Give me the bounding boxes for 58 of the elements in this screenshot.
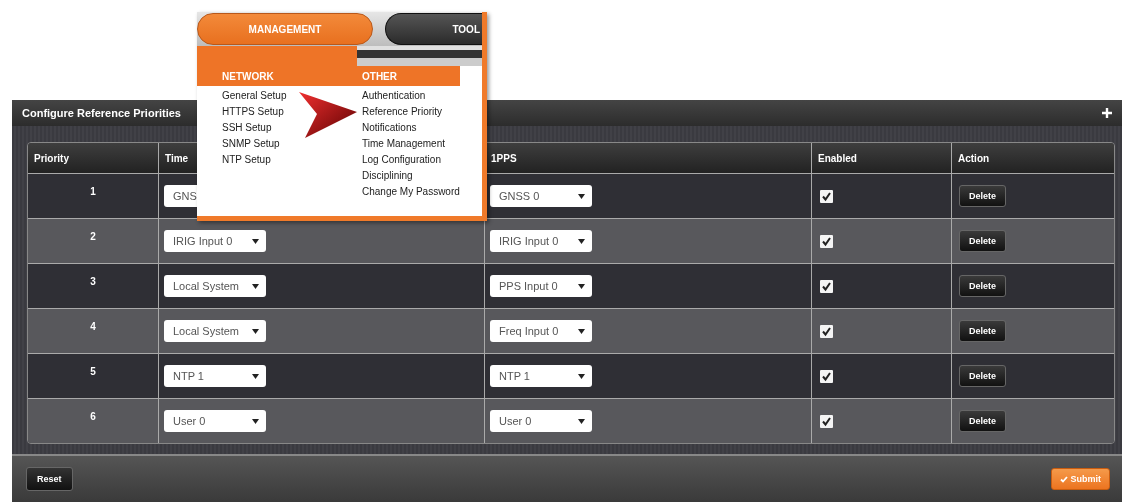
menu-heading: OTHER (362, 66, 460, 86)
caret-icon (578, 193, 585, 199)
select-field[interactable]: Local System (164, 320, 266, 342)
select-field[interactable]: NTP 1 (490, 365, 592, 387)
plus-icon[interactable] (1102, 108, 1112, 118)
caret-icon (252, 373, 259, 379)
table-cell-text: 1 (89, 184, 97, 199)
caret-icon (252, 238, 259, 244)
menu-item[interactable]: Change My Password (362, 184, 460, 200)
delete-button[interactable]: Delete (959, 365, 1006, 387)
caret-icon (578, 328, 585, 334)
caret-icon (578, 238, 585, 244)
table-cell-text: 5 (89, 364, 97, 379)
menu-item[interactable]: NTP Setup (222, 152, 362, 168)
select-field[interactable]: PPS Input 0 (490, 275, 592, 297)
menu-item[interactable]: Authentication (362, 88, 460, 104)
checkbox[interactable] (820, 279, 833, 293)
menu-tab[interactable]: TOOL (385, 13, 482, 45)
caret-icon (578, 418, 585, 424)
table-cell-text: 3 (89, 274, 97, 289)
caret-icon (252, 328, 259, 334)
delete-button[interactable]: Delete (959, 410, 1006, 432)
table-cell-text: 4 (89, 319, 97, 334)
select-field[interactable]: User 0 (164, 410, 266, 432)
caret-icon (578, 283, 585, 289)
select-field[interactable]: Local System (164, 275, 266, 297)
menu-item[interactable]: SSH Setup (222, 120, 362, 136)
select-field[interactable]: GNSS 0 (490, 185, 592, 207)
delete-button[interactable]: Delete (959, 230, 1006, 252)
menu-item[interactable]: Notifications (362, 120, 460, 136)
menu-item[interactable]: General Setup (222, 88, 362, 104)
checkbox[interactable] (820, 189, 833, 203)
checkbox[interactable] (820, 324, 833, 338)
checkbox[interactable] (820, 234, 833, 248)
menu-item[interactable]: Log Configuration (362, 152, 460, 168)
table-cell-text: 2 (89, 229, 97, 244)
reset-button[interactable]: Reset (26, 467, 73, 491)
select-field[interactable]: IRIG Input 0 (490, 230, 592, 252)
delete-button[interactable]: Delete (959, 320, 1006, 342)
delete-button[interactable]: Delete (959, 275, 1006, 297)
select-field[interactable]: IRIG Input 0 (164, 230, 266, 252)
menu-heading: NETWORK (197, 66, 362, 86)
caret-icon (252, 418, 259, 424)
checkbox[interactable] (820, 414, 833, 428)
column-header: Priority (33, 151, 70, 166)
checkbox[interactable] (820, 369, 833, 383)
caret-icon (578, 373, 585, 379)
caret-icon (252, 283, 259, 289)
select-field[interactable]: User 0 (490, 410, 592, 432)
select-field[interactable]: Freq Input 0 (490, 320, 592, 342)
menu-item[interactable]: HTTPS Setup (222, 104, 362, 120)
table-cell-text: 6 (89, 409, 97, 424)
arrow-icon (299, 92, 357, 138)
delete-button[interactable]: Delete (959, 185, 1006, 207)
select-field[interactable]: NTP 1 (164, 365, 266, 387)
check-icon (1059, 475, 1068, 483)
menu-item[interactable]: Reference Priority (362, 104, 460, 120)
panel-title: Configure Reference Priorities (22, 107, 181, 119)
